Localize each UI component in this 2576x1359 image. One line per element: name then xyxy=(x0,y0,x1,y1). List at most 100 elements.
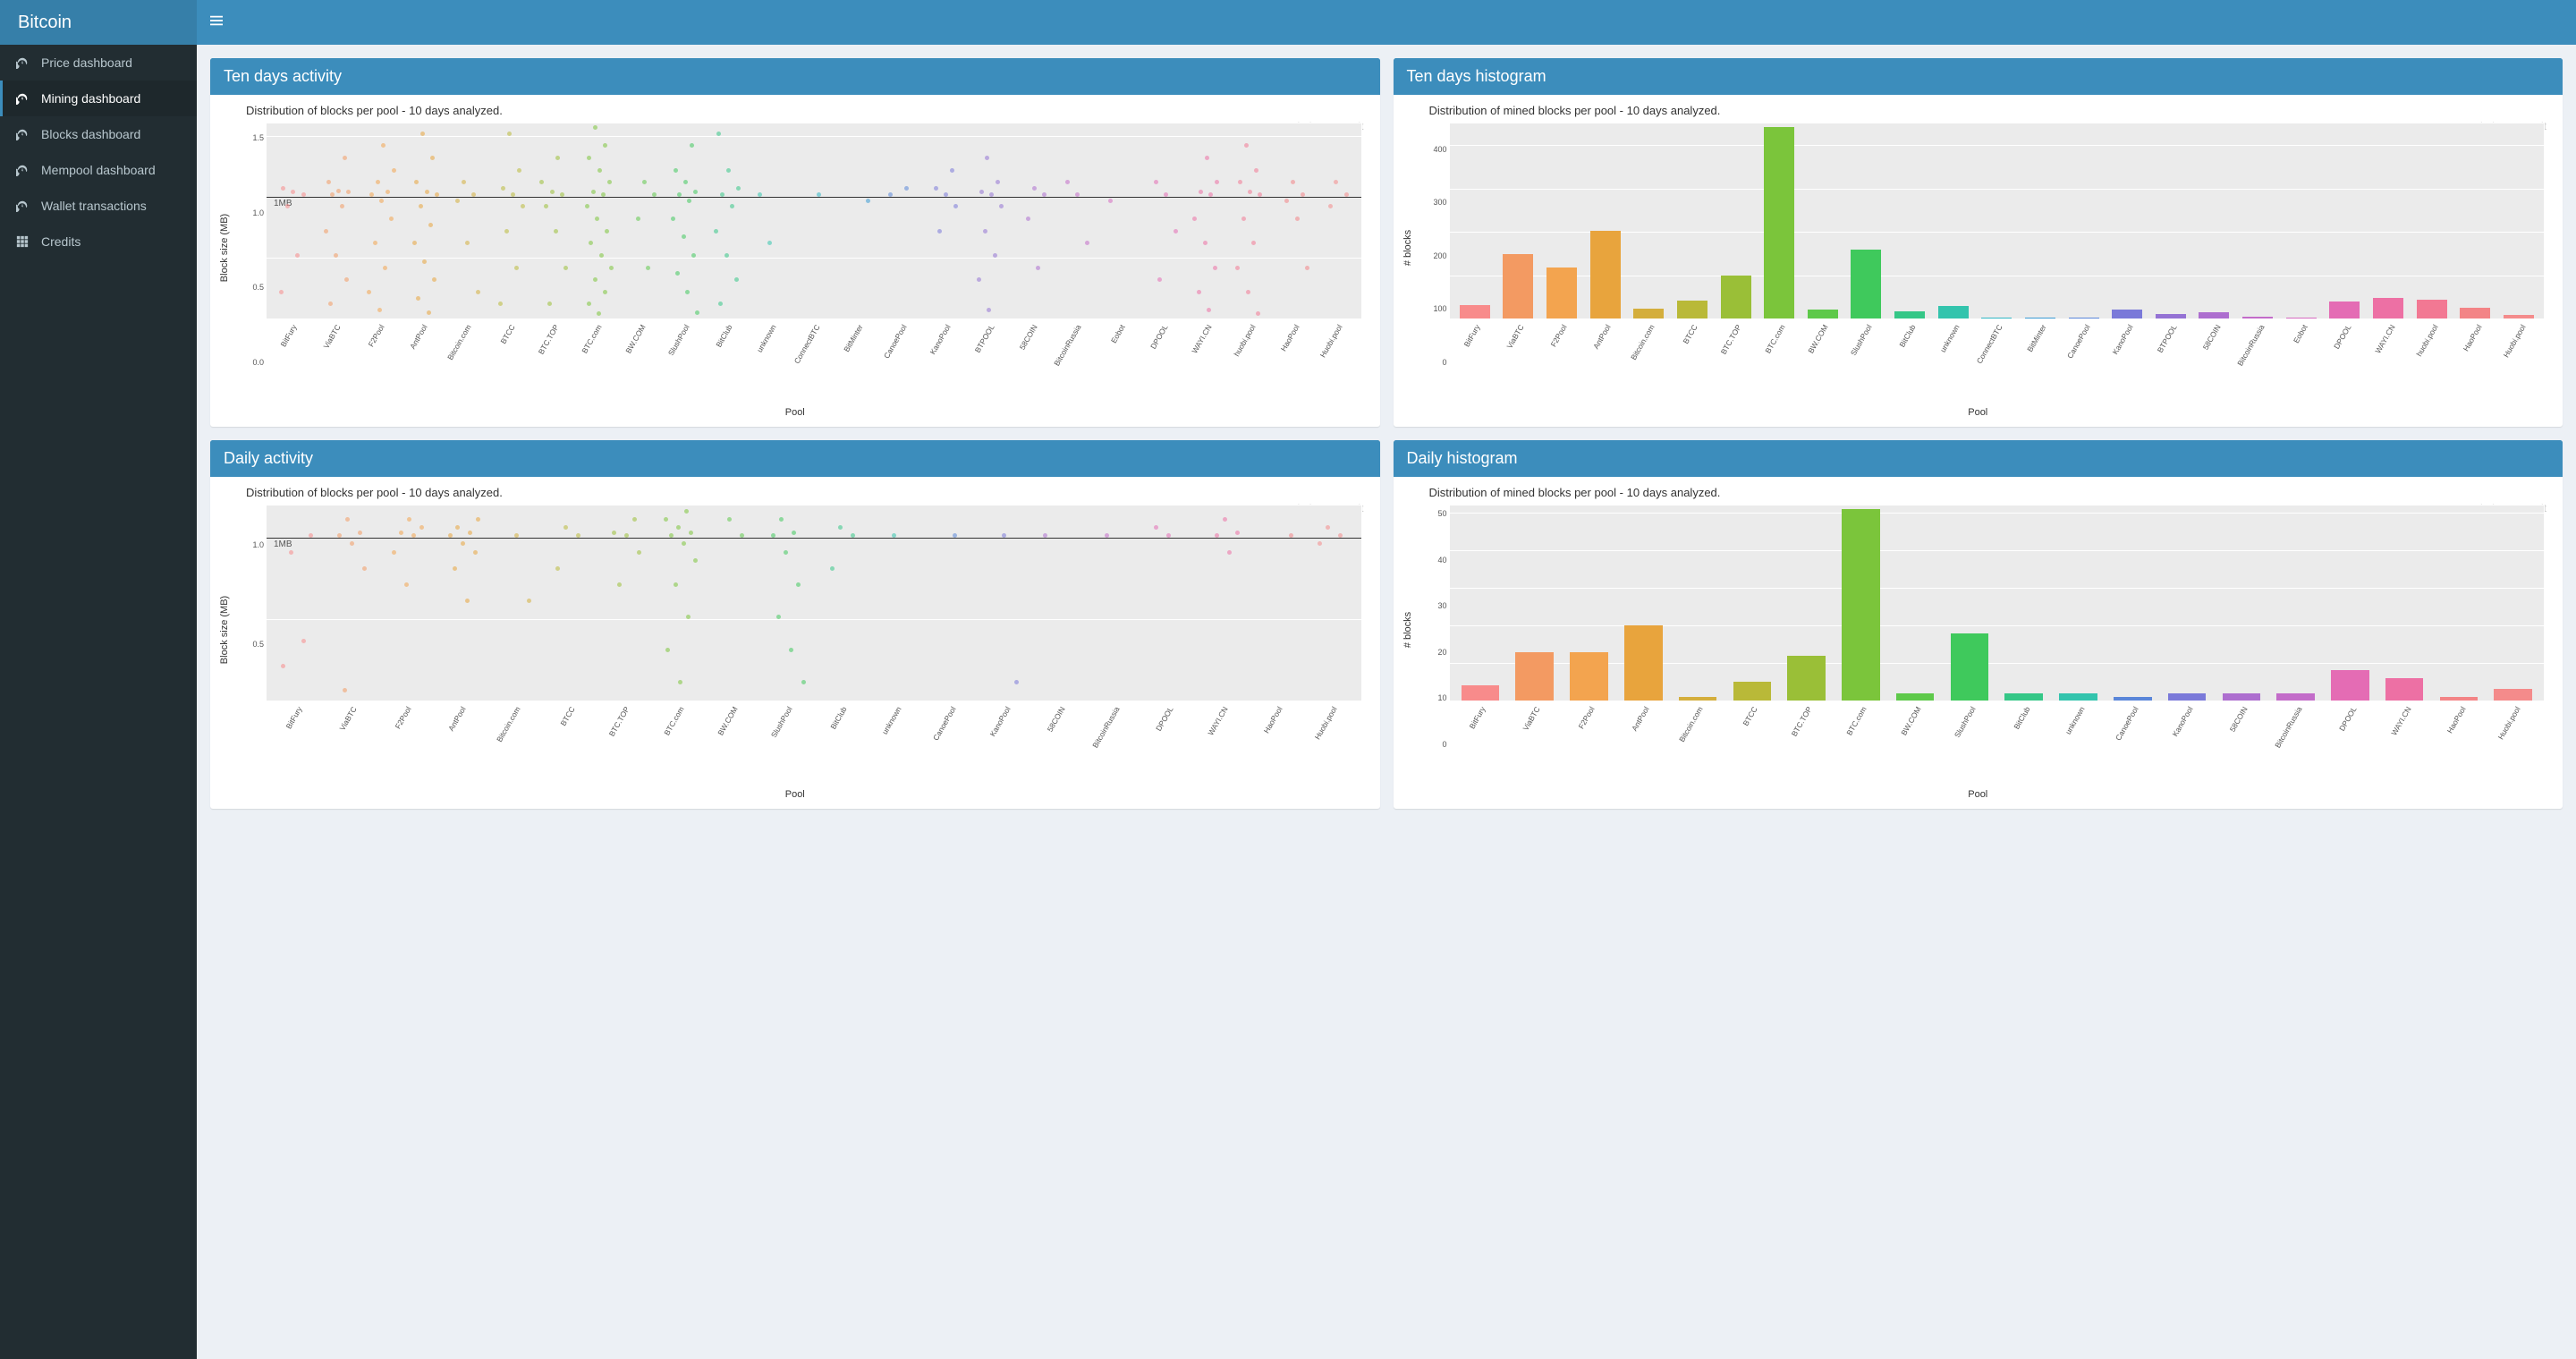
x-tick: BitFury xyxy=(1453,701,1507,744)
x-tick: unknown xyxy=(1931,319,1975,362)
bar xyxy=(2494,689,2532,701)
dot-column xyxy=(357,123,401,319)
sidebar-item-blocks-dashboard[interactable]: Blocks dashboard xyxy=(0,116,197,152)
data-point xyxy=(718,302,723,306)
dot-column xyxy=(270,123,314,319)
data-point xyxy=(383,266,387,270)
x-tick: BitFury xyxy=(269,701,324,744)
sidebar-item-mining-dashboard[interactable]: Mining dashboard xyxy=(0,81,197,116)
x-tick: BitcoinRussia xyxy=(1086,701,1140,744)
x-tick: BitcoinRussia xyxy=(1054,319,1097,362)
data-point xyxy=(476,517,480,522)
data-point xyxy=(934,186,938,191)
dot-column xyxy=(1270,123,1314,319)
bar-column xyxy=(1931,123,1975,319)
y-tick: 1.0 xyxy=(252,540,264,549)
data-point xyxy=(336,189,341,193)
dot-column xyxy=(1194,505,1249,701)
dot-column xyxy=(1140,505,1195,701)
bar xyxy=(1677,301,1707,319)
x-axis-label: Pool xyxy=(219,789,1371,800)
data-point xyxy=(1227,550,1232,555)
panel-ten-activity: Ten days activity Distribution of blocks… xyxy=(210,58,1380,427)
x-tick: HaoPool xyxy=(1271,319,1315,362)
data-point xyxy=(678,680,682,684)
sidebar-item-wallet-transactions[interactable]: Wallet transactions xyxy=(0,188,197,224)
data-point xyxy=(392,550,396,555)
bar-column xyxy=(1583,123,1627,319)
data-point xyxy=(343,156,347,160)
x-tick: DPOOL xyxy=(2324,319,2368,362)
menu-toggle-icon[interactable] xyxy=(210,14,223,31)
bar-column xyxy=(2106,505,2160,701)
dot-column xyxy=(1010,123,1054,319)
bar-column xyxy=(2432,505,2487,701)
data-point xyxy=(1192,217,1197,221)
bar xyxy=(1951,633,1989,701)
data-point xyxy=(514,266,519,270)
panel-title: Daily activity xyxy=(210,440,1380,477)
data-point xyxy=(979,190,984,194)
data-point xyxy=(560,192,564,197)
data-point xyxy=(664,517,668,522)
data-point xyxy=(784,550,788,555)
x-tick: BTC.TOP xyxy=(1779,701,1834,744)
bar-column xyxy=(2323,123,2367,319)
data-point xyxy=(404,582,409,587)
bar xyxy=(1462,685,1500,701)
chart-daily-histogram: Distribution of mined blocks per pool - … xyxy=(1394,477,2563,809)
data-point xyxy=(838,525,843,530)
bar xyxy=(1787,656,1826,701)
data-point xyxy=(462,180,466,184)
bar xyxy=(1503,254,1533,319)
x-tick: AntPool xyxy=(400,319,444,362)
data-point xyxy=(425,190,429,194)
data-point xyxy=(1166,533,1171,538)
x-tick: BitClub xyxy=(814,701,869,744)
x-tick: DPOOL xyxy=(1140,701,1195,744)
x-tick: unknown xyxy=(2051,701,2106,744)
x-tick: KanoPool xyxy=(977,701,1031,744)
bar xyxy=(1938,306,1969,319)
sidebar-item-credits[interactable]: Credits xyxy=(0,224,197,259)
data-point xyxy=(771,533,775,538)
data-point xyxy=(521,204,525,208)
x-tick: HaoPool xyxy=(2432,701,2487,744)
x-tick: unknown xyxy=(749,319,792,362)
y-tick: 0.5 xyxy=(252,283,264,292)
plot-area xyxy=(1449,123,2546,319)
data-point xyxy=(345,517,350,522)
x-tick: Huobi.pool xyxy=(1315,319,1359,362)
data-point xyxy=(693,190,698,194)
y-tick: 10 xyxy=(1437,693,1446,702)
data-point xyxy=(381,143,386,148)
data-point xyxy=(977,277,981,282)
x-tick: BTCC xyxy=(541,701,596,744)
x-tick: DPOOL xyxy=(1140,319,1184,362)
data-point xyxy=(1254,168,1258,173)
bar-column xyxy=(2367,123,2411,319)
data-point xyxy=(343,688,347,692)
data-point xyxy=(892,533,896,538)
data-point xyxy=(289,550,293,555)
x-tick: ViaBTC xyxy=(324,701,378,744)
dot-column xyxy=(325,505,379,701)
bar-column xyxy=(1724,505,1779,701)
data-point xyxy=(609,266,614,270)
bar xyxy=(1515,652,1554,701)
sidebar-item-mempool-dashboard[interactable]: Mempool dashboard xyxy=(0,152,197,188)
data-point xyxy=(652,192,657,197)
data-point xyxy=(309,533,313,538)
data-point xyxy=(386,190,390,194)
data-point xyxy=(376,180,380,184)
data-point xyxy=(422,259,427,264)
bar-column xyxy=(1496,123,1540,319)
data-point xyxy=(419,204,423,208)
bar-column xyxy=(2106,123,2149,319)
sidebar-item-price-dashboard[interactable]: Price dashboard xyxy=(0,45,197,81)
data-point xyxy=(279,290,284,294)
bar xyxy=(1733,682,1772,701)
dot-column xyxy=(977,505,1031,701)
data-point xyxy=(888,192,893,197)
chart-ten-activity: Distribution of blocks per pool - 10 day… xyxy=(210,95,1380,427)
